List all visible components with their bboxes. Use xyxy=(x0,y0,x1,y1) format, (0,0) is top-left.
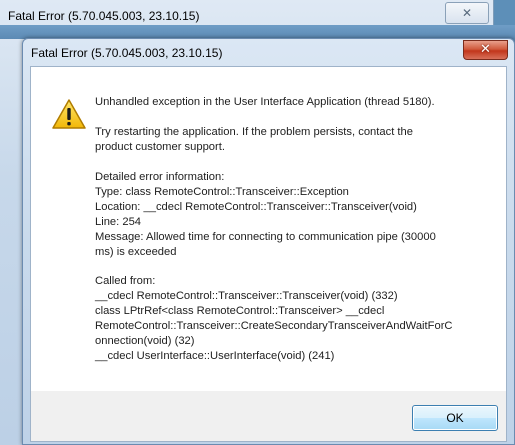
error-call-stack: Called from: __cdecl RemoteControl::Tran… xyxy=(95,275,453,362)
close-button[interactable]: ✕ xyxy=(463,40,508,60)
message-area: Unhandled exception in the User Interfac… xyxy=(30,66,507,392)
error-details: Detailed error information: Type: class … xyxy=(95,171,436,258)
error-headline: Unhandled exception in the User Interfac… xyxy=(95,96,435,108)
warning-icon xyxy=(52,99,86,129)
ok-button[interactable]: OK xyxy=(412,405,498,431)
error-advice: Try restarting the application. If the p… xyxy=(95,126,413,153)
dialog-footer: OK xyxy=(30,391,507,442)
dialog-title: Fatal Error (5.70.045.003, 23.10.15) xyxy=(31,46,223,60)
background-window-strip xyxy=(0,25,515,39)
background-close-button[interactable]: ✕ xyxy=(445,2,489,24)
fatal-error-dialog: Fatal Error (5.70.045.003, 23.10.15) ✕ U… xyxy=(22,38,515,445)
background-window-title: Fatal Error (5.70.045.003, 23.10.15) xyxy=(8,9,200,23)
